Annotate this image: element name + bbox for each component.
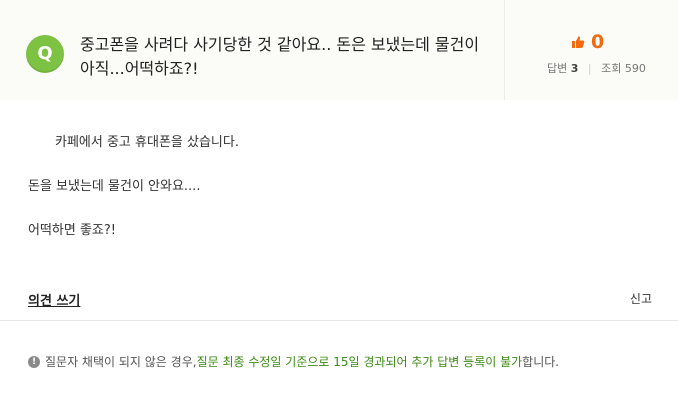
question-title: 중고폰을 사려다 사기당한 것 같아요.. 돈은 보냈는데 물건이 아직...어… <box>80 35 480 78</box>
answers-count: 3 <box>570 62 579 75</box>
warning-icon: ! <box>28 355 40 368</box>
meta-separator: | <box>587 62 592 75</box>
body-line: 어떡하면 좋죠?! <box>28 223 117 238</box>
notice-highlight: 질문 최종 수정일 기준으로 15일 경과되어 추가 답변 등록이 불가 <box>196 355 523 369</box>
views-label: 조회 <box>601 62 622 75</box>
question-body: 카페에서 중고 휴대폰을 샀습니다. 돈을 보냈는데 물건이 안와요.... 어… <box>28 133 239 241</box>
notice-suffix: 합니다. <box>522 355 560 369</box>
question-stats: 0 답변 3 | 조회 590 <box>505 0 678 100</box>
write-opinion-link[interactable]: 의견 쓰기 <box>28 290 80 309</box>
report-link[interactable]: 신고 <box>630 290 652 307</box>
answer-view-meta: 답변 3 | 조회 590 <box>547 60 646 76</box>
section-divider <box>0 320 678 321</box>
like-button[interactable]: 0 <box>570 30 604 54</box>
question-header: Q 중고폰을 사려다 사기당한 것 같아요.. 돈은 보냈는데 물건이 아직..… <box>0 0 678 100</box>
body-line: 돈을 보냈는데 물건이 안와요.... <box>28 179 201 194</box>
like-count: 0 <box>591 31 605 53</box>
thumbs-up-icon <box>570 34 586 50</box>
views-count: 590 <box>624 62 646 75</box>
body-line: 카페에서 중고 휴대폰을 샀습니다. <box>55 135 239 150</box>
answer-closed-notice: ! 질문자 채택이 되지 않은 경우, 질문 최종 수정일 기준으로 15일 경… <box>28 353 559 370</box>
question-badge-icon: Q <box>26 35 64 73</box>
notice-prefix: 질문자 채택이 되지 않은 경우, <box>45 355 197 369</box>
answers-label: 답변 <box>547 62 568 75</box>
